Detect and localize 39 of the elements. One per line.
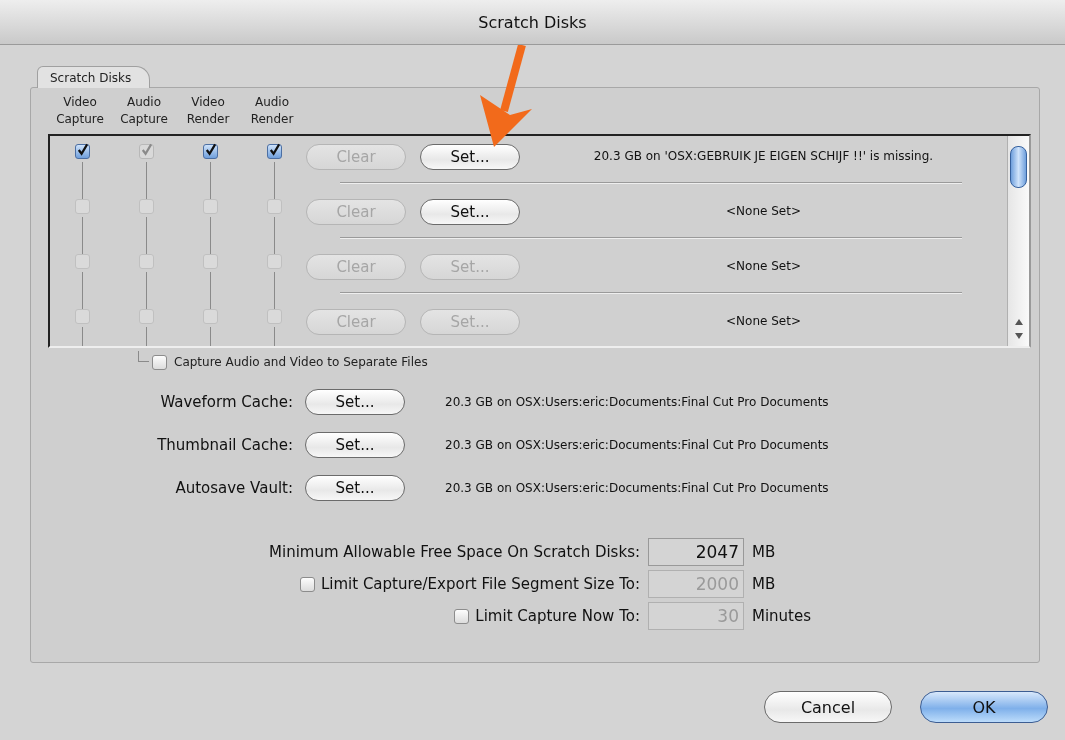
- scroll-down-arrow-icon[interactable]: [1013, 332, 1024, 340]
- unit-label: MB: [752, 575, 777, 593]
- scrollbar[interactable]: [1007, 136, 1029, 346]
- checkbox[interactable]: [202, 144, 218, 159]
- button[interactable]: Set...: [305, 475, 405, 501]
- checkbox[interactable]: [74, 144, 90, 159]
- button[interactable]: Set...: [305, 389, 405, 415]
- unit-label: MB: [752, 543, 777, 561]
- scroll-thumb[interactable]: [1010, 146, 1027, 188]
- field-label: Limit Capture Now To:: [475, 607, 640, 625]
- unit-label: Minutes: [752, 607, 813, 625]
- scroll-up-arrow-icon[interactable]: [1013, 318, 1024, 326]
- button[interactable]: Cancel: [764, 691, 892, 723]
- disk-info-text: 20.3 GB on 'OSX:GEBRUIK JE EIGEN SCHIJF !!' is missing.: [592, 148, 935, 163]
- location-text: 20.3 GB on OSX:Users:eric:Documents:Final Cut Pro Documents: [444, 438, 830, 452]
- button[interactable]: Set...: [305, 432, 405, 458]
- number-field[interactable]: 2047: [648, 538, 744, 566]
- checkbox-label: Capture Audio and Video to Separate Files: [174, 355, 428, 369]
- button[interactable]: OK: [920, 691, 1048, 723]
- location-text: 20.3 GB on OSX:Users:eric:Documents:Final Cut Pro Documents: [444, 481, 830, 495]
- field-label: Waveform Cache:: [159, 393, 293, 411]
- disk-info-text: <None Set>: [725, 313, 802, 328]
- window-title: Scratch Disks: [478, 12, 587, 32]
- field-label: Limit Capture/Export File Segment Size To:: [320, 575, 640, 593]
- column-header: Video Render: [185, 94, 231, 128]
- column-header: Video Capture: [55, 94, 105, 128]
- checkbox[interactable]: [152, 354, 167, 370]
- field-label: Thumbnail Cache:: [156, 436, 293, 454]
- checkbox[interactable]: [266, 144, 282, 159]
- field-label: Autosave Vault:: [174, 479, 293, 497]
- disk-info-text: <None Set>: [725, 203, 802, 218]
- button[interactable]: Set...: [420, 199, 520, 225]
- tab[interactable]: Scratch Disks: [37, 66, 151, 88]
- location-text: 20.3 GB on OSX:Users:eric:Documents:Final Cut Pro Documents: [444, 395, 830, 409]
- column-header: Audio Render: [249, 94, 295, 128]
- button[interactable]: Set...: [420, 144, 520, 170]
- column-header: Audio Capture: [119, 94, 169, 128]
- disk-info-text: <None Set>: [725, 258, 802, 273]
- field-label: Minimum Allowable Free Space On Scratch Disks:: [269, 543, 640, 561]
